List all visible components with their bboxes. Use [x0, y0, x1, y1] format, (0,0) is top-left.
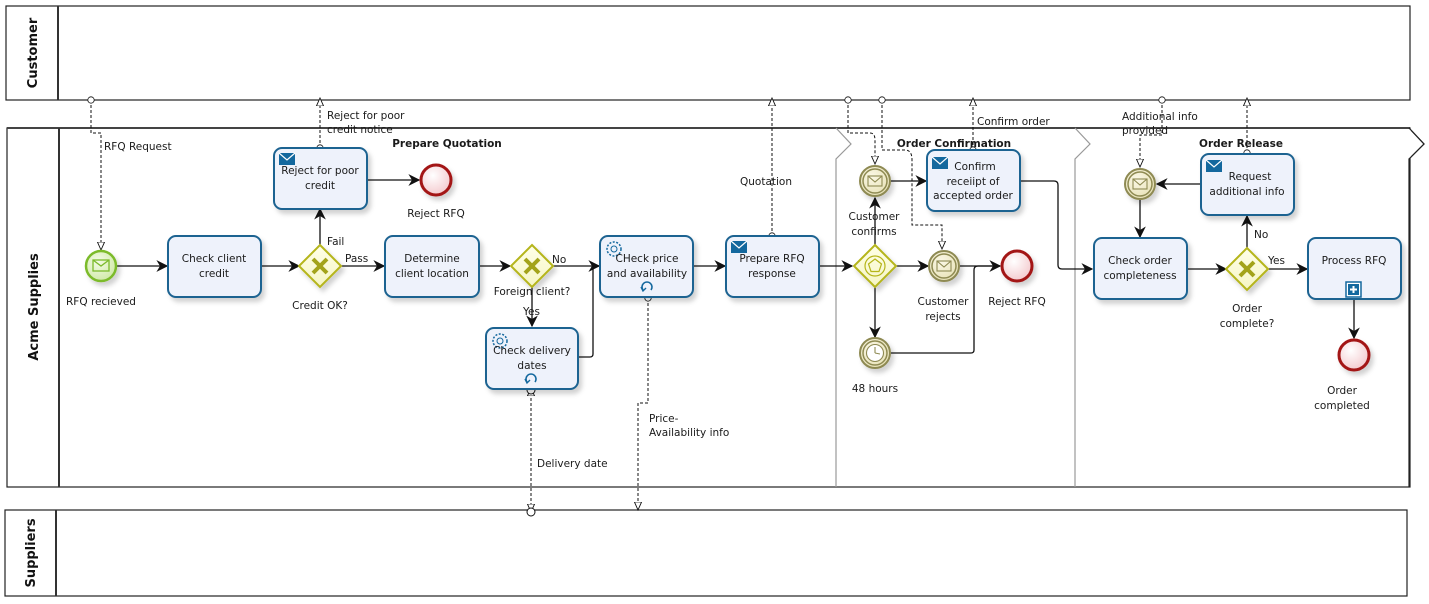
task-label: additional info — [1209, 186, 1284, 198]
flow-label-yes-foreign: Yes — [522, 306, 540, 318]
flow-label-pass: Pass — [345, 253, 368, 265]
flow-label-no-complete: No — [1254, 229, 1268, 241]
msg-label-rfq-request: RFQ Request — [104, 141, 172, 153]
msg-label-price-avail-1: Price- — [649, 413, 679, 425]
task-label: response — [748, 268, 796, 280]
intermediate-event-customer-confirms[interactable] — [859, 165, 891, 197]
intermediate-event-customer-rejects[interactable] — [928, 250, 960, 282]
msg-label-reject-notice-2: credit notice — [327, 124, 393, 136]
task-reject-for-poor-credit[interactable]: Reject for poor credit — [273, 147, 368, 210]
pool-customer: Customer — [5, 5, 1411, 101]
end-event-order-completed[interactable] — [1337, 338, 1371, 372]
task-label: Request — [1229, 171, 1272, 183]
phase-title-order-release: Order Release — [1199, 138, 1283, 150]
gateway-label-foreign-client: Foreign client? — [494, 286, 571, 298]
event-label-customer-confirms-2: confirms — [851, 226, 896, 238]
send-message-icon — [1205, 159, 1223, 172]
flow-label-fail: Fail — [327, 236, 344, 248]
end-event-reject-rfq-2[interactable] — [1000, 249, 1034, 283]
task-label: Check order — [1108, 255, 1172, 267]
start-event-rfq-received[interactable] — [84, 249, 118, 283]
pool-customer-label: Customer — [26, 17, 41, 88]
event-label-order-completed-1: Order — [1327, 385, 1358, 397]
msg-label-confirm-order: Confirm order — [977, 116, 1050, 128]
pool-suppliers: Suppliers — [4, 509, 1408, 597]
msg-label-quotation: Quotation — [740, 176, 792, 188]
event-label-customer-rejects-1: Customer — [917, 296, 969, 308]
event-label-reject-rfq-1: Reject RFQ — [407, 208, 465, 220]
task-check-order-completeness[interactable]: Check order completeness — [1093, 237, 1188, 300]
msg-label-additional-info-2: provided — [1122, 125, 1168, 137]
expand-subprocess-icon[interactable] — [1345, 281, 1362, 298]
gateway-label-order-complete-2: complete? — [1220, 318, 1275, 330]
intermediate-event-additional-info[interactable] — [1124, 168, 1156, 200]
task-check-price-availability[interactable]: CHeck price and availability — [599, 235, 694, 298]
pool-suppliers-label: Suppliers — [24, 518, 39, 587]
task-check-client-credit[interactable]: Check client credit — [167, 235, 262, 298]
event-label-order-completed-2: completed — [1314, 400, 1370, 412]
task-check-delivery-dates[interactable]: Check delivery dates — [485, 327, 579, 390]
flow-label-no-foreign: No — [552, 254, 566, 266]
subprocess-process-rfq[interactable]: Process RFQ — [1307, 237, 1402, 300]
task-label: Prepare RFQ — [739, 253, 804, 265]
task-determine-client-location[interactable]: Determine client location — [384, 235, 480, 298]
task-label: and availability — [607, 268, 687, 280]
task-prepare-rfq-response[interactable]: Prepare RFQ response — [725, 235, 820, 298]
task-label: client location — [395, 268, 469, 280]
task-confirm-receipt[interactable]: Confirm receiipt of accepted order — [926, 149, 1021, 212]
send-message-icon — [931, 156, 949, 169]
msg-label-price-avail-2: Availability info — [649, 427, 729, 439]
event-label-customer-confirms-1: Customer — [848, 211, 900, 223]
send-message-icon — [730, 240, 748, 253]
bpmn-diagram: Customer Acme Supplies Suppliers Prepare… — [4, 5, 1425, 597]
task-label: completeness — [1103, 270, 1176, 282]
task-label: credit — [199, 268, 229, 280]
task-label: receiipt of — [947, 176, 1000, 188]
phase-title-prepare-quotation: Prepare Quotation — [392, 138, 502, 150]
msg-label-reject-notice-1: Reject for poor — [327, 110, 405, 122]
task-label: CHeck price — [615, 253, 678, 265]
pool-acme-label: Acme Supplies — [27, 253, 42, 361]
task-label: accepted order — [933, 190, 1013, 202]
phase-title-order-confirmation: Order Confirmation — [897, 138, 1011, 150]
send-message-icon — [278, 152, 296, 165]
event-label-48-hours: 48 hours — [852, 383, 898, 395]
gateway-label-credit-ok: Credit OK? — [292, 300, 348, 312]
task-label: Check client — [182, 253, 246, 265]
flow-label-yes-complete: Yes — [1267, 255, 1285, 267]
task-label: dates — [517, 360, 546, 372]
end-event-reject-rfq-1[interactable] — [419, 163, 453, 197]
task-label: credit — [305, 180, 335, 192]
task-label: Confirm — [954, 161, 995, 173]
msg-label-additional-info-1: Additional info — [1122, 111, 1198, 123]
clock-icon — [865, 343, 885, 363]
task-label: Reject for poor — [281, 165, 359, 177]
msg-label-delivery-date: Delivery date — [537, 458, 608, 470]
event-label-rfq-received: RFQ recieved — [66, 296, 136, 308]
task-label: Determine — [404, 253, 460, 265]
task-label: Process RFQ — [1322, 255, 1387, 267]
timer-event-48-hours[interactable] — [859, 337, 891, 369]
task-label: Check delivery — [493, 345, 571, 357]
event-label-customer-rejects-2: rejects — [925, 311, 960, 323]
event-label-reject-rfq-2: Reject RFQ — [988, 296, 1046, 308]
task-request-additional-info[interactable]: Request additional info — [1200, 153, 1295, 216]
gateway-label-order-complete-1: Order — [1232, 303, 1263, 315]
